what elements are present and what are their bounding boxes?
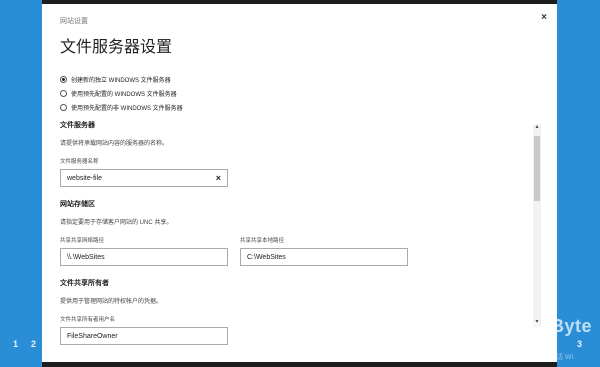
radio-button[interactable] [60,89,67,97]
radio-option-existing-windows[interactable]: 使用预先配置的 WINDOWS 文件服务器 [60,86,183,100]
input-value: FileShareOwner [67,332,118,340]
page-title: 文件服务器设置 [60,37,173,56]
activation-watermark-subtext: 转到"控制面板"中的"系统"以激活 Wi [462,354,574,361]
wizard-step-3[interactable]: 3 [577,339,582,349]
left-accent-strip [0,0,42,367]
network-path-field: 共享共享网络路径 \\.\WebSites [60,236,228,266]
local-path-field: 共享共享本地路径 C:\WebSites [240,236,408,266]
input-value: website-file [67,174,103,182]
field-label: 文件服务器名称 [60,159,99,165]
file-server-section: 文件服务器 请提供将承载网站内容的服务器的名称。 文件服务器名称 website… [60,120,530,187]
section-heading: 文件共享所有者 [60,280,109,287]
radio-label: 创建新的独立 WINDOWS 文件服务器 [71,77,171,84]
right-accent-strip [557,0,600,367]
site-storage-section: 网站存储区 请指定要用于存储客户网站的 UNC 共享。 共享共享网络路径 \\.… [60,199,530,266]
desktop-background: × 网站设置 文件服务器设置 创建新的独立 WINDOWS 文件服务器 使用预先… [0,0,600,367]
server-type-radio-group: 创建新的独立 WINDOWS 文件服务器 使用预先配置的 WINDOWS 文件服… [60,72,183,114]
input-value: C:\WebSites [247,253,286,261]
input-value: \\.\WebSites [67,253,105,261]
scroll-up-icon[interactable]: ▲ [533,124,541,132]
radio-label: 使用预先配置的非 WINDOWS 文件服务器 [71,105,183,112]
wizard-step-2[interactable]: 2 [31,339,36,349]
radio-label: 使用预先配置的 WINDOWS 文件服务器 [71,91,177,98]
network-path-input[interactable]: \\.\WebSites [60,248,228,266]
settings-form: 文件服务器 请提供将承载网站内容的服务器的名称。 文件服务器名称 website… [60,120,530,345]
radio-option-existing-non-windows[interactable]: 使用预先配置的非 WINDOWS 文件服务器 [60,100,183,114]
share-owner-username-input[interactable]: FileShareOwner [60,327,228,345]
watermark-logo: ChinaByte [498,316,592,336]
section-description: 请指定要用于存储客户网站的 UNC 共享。 [60,220,173,226]
breadcrumb: 网站设置 [60,18,88,25]
share-owner-section: 文件共享所有者 提供用于管理网站的特权帐户的凭据。 文件共享所有者用户名 Fil… [60,278,530,345]
vertical-scrollbar[interactable]: ▲ ▼ [533,124,541,327]
section-description: 提供用于管理网站的特权帐户的凭据。 [60,299,163,305]
storage-path-row: 共享共享网络路径 \\.\WebSites 共享共享本地路径 C:\WebSit… [60,236,530,266]
section-heading: 文件服务器 [60,122,95,129]
wizard-step-1[interactable]: 1 [13,339,18,349]
file-server-name-input[interactable]: website-file × [60,169,228,187]
field-label: 共享共享网络路径 [60,238,105,244]
close-icon[interactable]: × [541,12,547,23]
section-description: 请提供将承载网站内容的服务器的名称。 [60,141,169,147]
clear-icon[interactable]: × [216,173,221,183]
radio-option-new-windows[interactable]: 创建新的独立 WINDOWS 文件服务器 [60,72,183,86]
local-path-input[interactable]: C:\WebSites [240,248,408,266]
field-label: 文件共享所有者用户名 [60,317,116,323]
radio-button[interactable] [60,103,67,111]
radio-button[interactable] [60,75,67,83]
file-server-settings-dialog: × 网站设置 文件服务器设置 创建新的独立 WINDOWS 文件服务器 使用预先… [42,4,557,362]
section-heading: 网站存储区 [60,201,95,208]
scroll-thumb[interactable] [534,136,540,201]
field-label: 共享共享本地路径 [240,238,285,244]
back-arrow-icon[interactable]: ◂ [514,338,527,351]
